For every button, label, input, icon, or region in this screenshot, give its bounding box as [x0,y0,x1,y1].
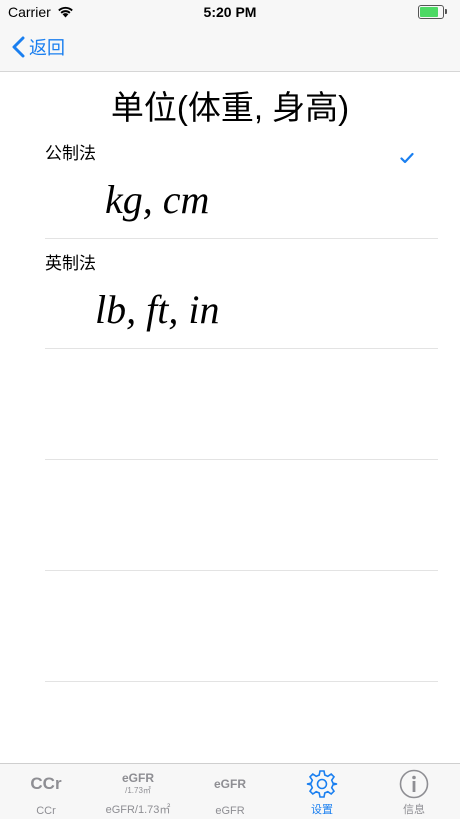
chevron-left-icon [12,36,25,58]
ccr-icon: CCr [30,774,62,793]
unit-text-metric: kg, cm [105,177,210,222]
tab-bar: CCr CCr eGFR /1.73㎡ eGFR/1.73㎡ eGFR eGFR… [0,763,460,819]
navigation-bar: 返回 [0,24,460,72]
tab-egfr-bsa[interactable]: eGFR /1.73㎡ eGFR/1.73㎡ [92,764,184,819]
tab-label-egfr: eGFR [215,805,245,817]
egfr-icon-subtext: /1.73㎡ [125,786,151,795]
egfr-bsa-icon: eGFR /1.73㎡ [92,771,184,796]
checkmark-icon [400,152,414,164]
tab-label-info: 信息 [403,804,425,816]
info-icon [399,769,429,799]
status-time: 5:20 PM [203,4,257,20]
egfr-icon-text: eGFR [121,771,154,785]
back-label: 返回 [29,38,65,58]
tab-info[interactable]: 信息 [368,764,460,819]
option-row-metric[interactable]: kg, cm [45,138,438,239]
battery-level [420,7,438,17]
option-row-imperial[interactable]: lb, ft, in [45,248,438,349]
egfr-icon: eGFR [213,777,246,791]
tab-settings[interactable]: 设置 [276,764,368,819]
tab-label-settings: 设置 [311,804,333,816]
tab-label-ccr: CCr [36,805,56,817]
gear-icon-wrap [276,768,368,805]
tab-ccr[interactable]: CCr CCr [0,764,92,819]
empty-row-divider [45,681,438,682]
back-button[interactable]: 返回 [12,34,65,60]
info-icon-wrap [368,769,460,804]
tab-egfr[interactable]: eGFR eGFR [184,764,276,819]
unit-text-imperial: lb, ft, in [95,287,220,332]
gear-icon [306,770,338,798]
battery-icon [418,5,447,19]
page-title: 单位(体重, 身高) [110,89,350,126]
tab-label-egfr-bsa: eGFR/1.73㎡ [105,804,171,816]
empty-row-divider [45,570,438,571]
status-bar: Carrier 5:20 PM [0,0,460,24]
empty-row-divider [45,459,438,460]
